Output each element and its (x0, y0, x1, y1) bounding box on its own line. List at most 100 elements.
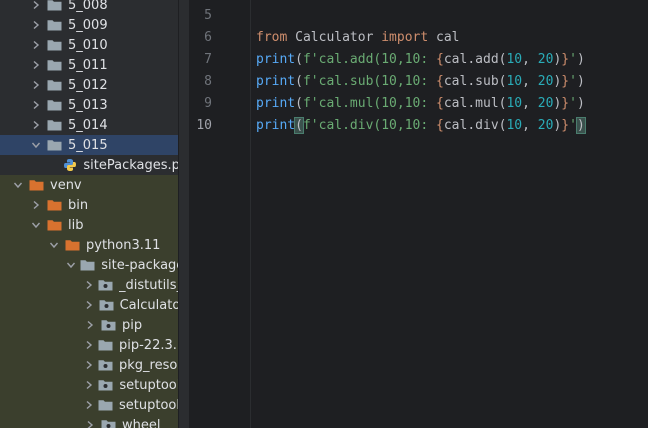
code-token: { (436, 74, 444, 89)
chevron-right-icon[interactable] (30, 79, 42, 91)
code-token: } (561, 74, 570, 89)
code-token: f'cal.mul(10,10: (302, 96, 437, 111)
tree-item-label: 5_012 (68, 77, 108, 93)
code-editor[interactable]: from Calculator import cal print(f'cal.ad… (251, 0, 648, 428)
tree-item-label: 5_009 (68, 17, 108, 33)
code-token: } (561, 52, 570, 67)
code-token: ' (569, 96, 577, 111)
tree-item[interactable]: setuptools-65.5.1.dist-info (0, 395, 178, 415)
code-token: print (256, 74, 296, 89)
tree-item[interactable]: _distutils_hack (0, 275, 178, 295)
chevron-right-icon[interactable] (30, 19, 42, 31)
chevron-right-icon[interactable] (84, 399, 94, 411)
chevron-right-icon[interactable] (30, 119, 42, 131)
chevron-down-icon[interactable] (66, 259, 76, 271)
chevron-down-icon[interactable] (12, 179, 24, 191)
chevron-right-icon[interactable] (84, 299, 95, 311)
tree-item-label: setuptools-65.5.1.dist-info (119, 397, 178, 413)
code-token: print (256, 52, 296, 67)
tree-item[interactable]: 5_013 (0, 95, 178, 115)
code-token: f'cal.sub(10,10: (302, 74, 437, 89)
code-line: from Calculator import cal (256, 27, 460, 49)
code-token: ) (576, 96, 585, 111)
code-token: cal.sub( (443, 74, 507, 89)
tree-item[interactable]: 5_011 (0, 55, 178, 75)
tree-item[interactable]: pkg_resources (0, 355, 178, 375)
chevron-down-icon[interactable] (30, 219, 42, 231)
line-number-gutter: 5 6 7 8 9 10 (189, 0, 250, 428)
chevron-down-icon[interactable] (30, 139, 42, 151)
package-icon (99, 298, 114, 312)
chevron-right-icon[interactable] (30, 0, 42, 11)
code-token: 10 (506, 52, 523, 67)
code-token: 20 (537, 74, 554, 89)
code-token: ( (295, 52, 303, 67)
chevron-right-icon[interactable] (84, 279, 94, 291)
code-token: ' (569, 74, 577, 89)
code-token: cal.add( (443, 52, 507, 67)
folder-icon (46, 78, 62, 92)
code-token: import (381, 30, 429, 45)
line-number: 9 (204, 96, 212, 111)
package-icon (100, 318, 116, 332)
code-token: ' (569, 52, 577, 67)
chevron-right-icon[interactable] (30, 39, 42, 51)
folder-icon (46, 38, 62, 52)
chevron-right-icon[interactable] (84, 379, 94, 391)
tree-item[interactable]: lib (0, 215, 178, 235)
code-line: print(f'cal.mul(10,10: {cal.mul(10, 20)}… (256, 93, 585, 115)
line-number: 7 (204, 52, 212, 67)
code-token: f'cal.div(10,10: (302, 118, 437, 133)
tree-item-label: Calculator (119, 297, 178, 313)
tree-item-label: _distutils_hack (119, 277, 178, 293)
tree-item[interactable]: bin (0, 195, 178, 215)
code-token: print (256, 96, 296, 111)
folder-icon (46, 58, 62, 72)
chevron-right-icon[interactable] (84, 319, 96, 331)
folder-icon (98, 398, 113, 412)
code-token: print (256, 118, 296, 133)
tree-item-label: wheel (122, 417, 161, 428)
code-token: ( (294, 117, 304, 134)
tree-item[interactable]: venv (0, 175, 178, 195)
tree-item[interactable]: site-packages (0, 255, 178, 275)
tree-item[interactable]: 5_009 (0, 15, 178, 35)
code-token: } (561, 96, 570, 111)
code-token: 10 (506, 96, 523, 111)
tree-item[interactable]: 5_014 (0, 115, 178, 135)
code-line: print(f'cal.add(10,10: {cal.add(10, 20)}… (256, 49, 585, 71)
tree-item[interactable]: 5_008 (0, 0, 178, 15)
code-token: cal.mul( (443, 96, 507, 111)
tree-item[interactable]: 5_012 (0, 75, 178, 95)
tree-item[interactable]: python3.11 (0, 235, 178, 255)
code-token: { (436, 118, 444, 133)
tree-item[interactable]: pip-22.3.1.dist-info (0, 335, 178, 355)
tree-item-label: 5_008 (68, 0, 108, 13)
tree-item-label: setuptools (119, 377, 178, 393)
tree-item[interactable]: wheel (0, 415, 178, 428)
chevron-down-icon[interactable] (48, 239, 60, 251)
chevron-right-icon[interactable] (30, 59, 42, 71)
tree-item-label: 5_015 (68, 137, 108, 153)
code-token: cal (428, 30, 460, 45)
code-token: , (522, 96, 538, 111)
package-icon (98, 378, 113, 392)
code-token: 20 (537, 96, 554, 111)
chevron-right-icon[interactable] (84, 419, 96, 428)
chevron-right-icon[interactable] (30, 199, 42, 211)
tree-item[interactable]: pip (0, 315, 178, 335)
chevron-right-icon[interactable] (84, 359, 94, 371)
code-token: , (522, 118, 538, 133)
chevron-right-icon[interactable] (30, 99, 42, 111)
tree-item[interactable]: sitePackages.py (0, 155, 178, 175)
tree-item[interactable]: Calculator (0, 295, 178, 315)
code-token: { (436, 96, 444, 111)
tree-item[interactable]: setuptools (0, 375, 178, 395)
tree-item[interactable]: 5_015 (0, 135, 178, 155)
tree-item[interactable]: 5_010 (0, 35, 178, 55)
tree-item-label: 5_014 (68, 117, 108, 133)
chevron-right-icon[interactable] (84, 339, 94, 351)
tree-item-label: 5_011 (68, 57, 108, 73)
tree-item-label: site-packages (101, 257, 178, 273)
